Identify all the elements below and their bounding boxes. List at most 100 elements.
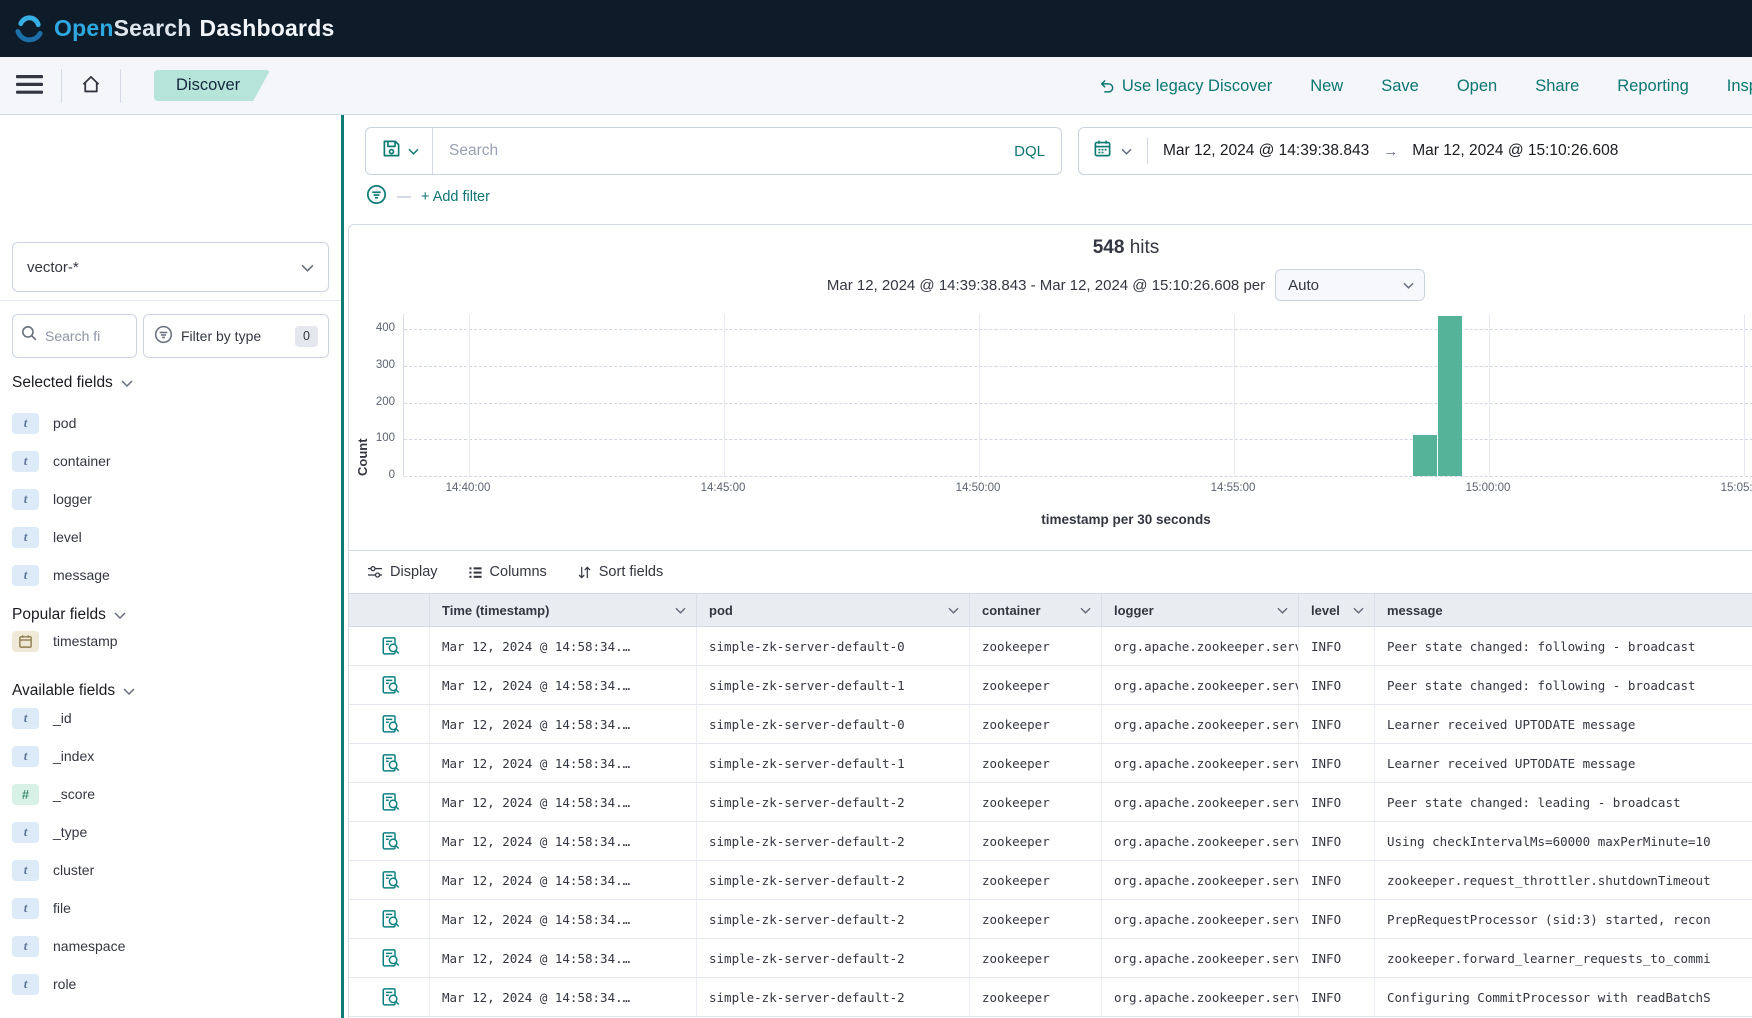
field-item-message[interactable]: tmessage [12,563,111,587]
opensearch-logo[interactable]: OpenSearchDashboards [14,13,334,44]
cell-pod: simple-zk-server-default-2 [696,822,969,860]
column-header-time[interactable]: Time (timestamp) [429,594,696,626]
table-toolbar-columns-button[interactable]: Columns [468,564,547,580]
row-controls [349,705,429,743]
home-icon [80,73,102,98]
field-item-_score[interactable]: #_score [12,782,125,806]
field-search-input[interactable] [45,328,123,344]
field-item-timestamp[interactable]: timestamp [12,629,118,653]
nav-link-new[interactable]: New [1310,77,1343,96]
available-fields-heading[interactable]: Available fields [12,682,135,700]
cell-level: INFO [1298,666,1374,704]
field-item-namespace[interactable]: tnamespace [12,934,125,958]
query-language-button[interactable]: DQL [998,143,1061,160]
inspect-document-button[interactable] [381,714,401,734]
interval-select[interactable]: Auto [1275,269,1425,301]
column-header-pod[interactable]: pod [696,594,969,626]
y-tick-label: 200 [349,396,395,408]
nav-link-use-legacy-discover[interactable]: Use legacy Discover [1098,77,1272,96]
cell-container: zookeeper [969,900,1101,938]
row-controls [349,666,429,704]
cell-message: PrepRequestProcessor (sid:3) started, re… [1374,900,1752,938]
table-toolbar-sort-fields-button[interactable]: Sort fields [577,564,663,580]
table-row: Mar 12, 2024 @ 14:58:34.…simple-zk-serve… [349,822,1752,861]
field-item-_index[interactable]: t_index [12,744,125,768]
add-filter-button[interactable]: + Add filter [421,189,490,205]
cell-time: Mar 12, 2024 @ 14:58:34.… [429,978,696,1016]
chevron-down-icon [123,688,135,695]
field-name: container [53,453,111,469]
inspect-document-button[interactable] [381,987,401,1007]
hits-number: 548 [1093,237,1125,258]
inspect-document-button[interactable] [381,792,401,812]
filter-by-type-button[interactable]: Filter by type 0 [143,314,329,358]
cell-logger: org.apache.zookeeper.serv… [1101,900,1298,938]
inspect-document-button[interactable] [381,636,401,656]
field-item-role[interactable]: trole [12,972,125,996]
table-toolbar-display-button[interactable]: Display [367,564,438,580]
cell-time: Mar 12, 2024 @ 14:58:34.… [429,666,696,704]
popular-fields-heading[interactable]: Popular fields [12,606,126,624]
column-header-logger[interactable]: logger [1101,594,1298,626]
inspect-document-button[interactable] [381,675,401,695]
cell-time: Mar 12, 2024 @ 14:58:34.… [429,627,696,665]
inspect-document-button[interactable] [381,753,401,773]
x-gridline [469,314,470,476]
row-controls [349,900,429,938]
date-picker-bar: Mar 12, 2024 @ 14:39:38.843 → Mar 12, 20… [1078,127,1752,175]
field-item-_type[interactable]: t_type [12,820,125,844]
selected-fields-heading[interactable]: Selected fields [12,374,133,392]
nav-link-reporting[interactable]: Reporting [1617,77,1689,96]
hamburger-icon [16,75,43,97]
inspect-document-button[interactable] [381,909,401,929]
inspect-document-icon [381,831,401,851]
field-search-box [12,314,137,358]
x-gridline [979,314,980,476]
histogram-bar[interactable] [1438,316,1462,476]
nav-link-share[interactable]: Share [1535,77,1579,96]
field-item-logger[interactable]: tlogger [12,487,111,511]
field-name: _score [53,786,95,802]
field-item-container[interactable]: tcontainer [12,449,111,473]
column-header-level[interactable]: level [1298,594,1374,626]
date-from-button[interactable]: Mar 12, 2024 @ 14:39:38.843 [1163,142,1369,160]
cell-time: Mar 12, 2024 @ 14:58:34.… [429,939,696,977]
table-body: Mar 12, 2024 @ 14:58:34.… simple-zk-serve… [349,627,1752,1017]
histogram-chart[interactable] [403,314,1752,476]
field-type-string-badge: t [12,527,39,548]
nav-link-open[interactable]: Open [1457,77,1497,96]
field-type-string-badge: t [12,822,39,843]
search-input[interactable]: Search [433,142,998,160]
column-header-container[interactable]: container [969,594,1101,626]
saved-query-menu-button[interactable] [366,128,433,174]
chevron-down-icon [948,607,959,614]
inspect-document-button[interactable] [381,948,401,968]
sidebar-resizer[interactable] [341,115,344,1018]
field-item-level[interactable]: tlevel [12,525,111,549]
row-controls [349,822,429,860]
field-item-pod[interactable]: tpod [12,411,111,435]
y-gridline [404,476,1752,477]
menu-button[interactable] [16,75,43,97]
field-type-string-badge: t [12,746,39,767]
home-button[interactable] [80,73,102,98]
nav-link-inspect[interactable]: Inspect [1727,77,1752,96]
index-pattern-select[interactable]: vector-* [12,242,329,292]
inspect-document-button[interactable] [381,831,401,851]
cell-container: zookeeper [969,744,1101,782]
chevron-down-icon[interactable] [1121,142,1132,160]
nav-link-save[interactable]: Save [1381,77,1419,96]
selected-fields-list: tpodtcontainertloggertleveltmessage [12,411,111,587]
field-type-date-badge [12,631,39,652]
histogram-bar[interactable] [1413,435,1437,476]
chevron-down-icon [1353,607,1364,614]
inspect-document-button[interactable] [381,870,401,890]
cell-container: zookeeper [969,666,1101,704]
cell-message: zookeeper.request_throttler.shutdownTime… [1374,861,1752,899]
date-to-button[interactable]: Mar 12, 2024 @ 15:10:26.608 [1412,142,1618,160]
field-item-file[interactable]: tfile [12,896,125,920]
field-item-_id[interactable]: t_id [12,706,125,730]
filter-circle-icon[interactable] [366,184,387,210]
field-item-cluster[interactable]: tcluster [12,858,125,882]
table-header-row: Time (timestamp)podcontainerloggerlevelm… [349,593,1752,627]
